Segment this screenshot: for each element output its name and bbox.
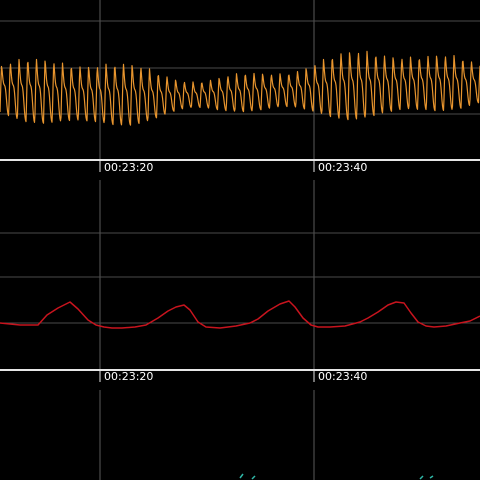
time-label: 00:23:40 xyxy=(318,370,368,383)
time-label: 00:23:20 xyxy=(104,370,154,383)
third-trace-segment xyxy=(429,475,434,479)
pressure-trace xyxy=(0,300,480,329)
time-label: 00:23:20 xyxy=(104,161,154,174)
pressure-waveform xyxy=(0,180,480,382)
pressure-grid xyxy=(0,180,480,370)
pressure-panel: 00:23:20 00:23:40 xyxy=(0,180,480,390)
third-trace-segment xyxy=(419,475,424,480)
waveform-monitor: 00:23:20 00:23:40 00:23:20 00:23:40 xyxy=(0,0,480,480)
third-waveform xyxy=(99,390,434,480)
respiration-waveform xyxy=(0,0,480,172)
respiration-panel: 00:23:20 00:23:40 xyxy=(0,0,480,180)
third-panel xyxy=(0,390,480,480)
third-trace-segment xyxy=(251,475,256,480)
third-trace xyxy=(239,473,434,480)
time-label: 00:23:40 xyxy=(318,161,368,174)
third-grid xyxy=(99,390,315,480)
third-trace-segment xyxy=(239,473,244,479)
